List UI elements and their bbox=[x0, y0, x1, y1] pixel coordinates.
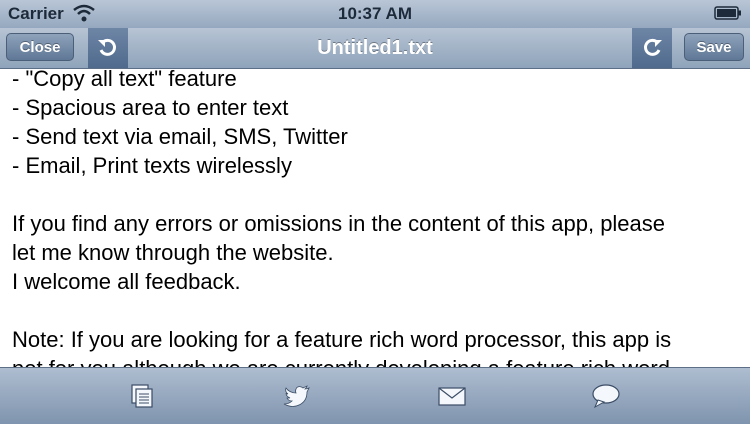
twitter-icon bbox=[283, 385, 310, 407]
text-line: - Send text via email, SMS, Twitter bbox=[12, 124, 348, 149]
save-button[interactable]: Save bbox=[684, 33, 744, 61]
redo-button[interactable] bbox=[632, 28, 672, 68]
text-line: - Email, Print texts wirelessly bbox=[12, 153, 292, 178]
undo-button[interactable] bbox=[88, 28, 128, 68]
text-line: Note: If you are looking for a feature r… bbox=[12, 327, 672, 352]
redo-icon bbox=[644, 38, 662, 56]
bottom-toolbar bbox=[0, 367, 750, 424]
undo-icon bbox=[98, 38, 116, 56]
text-line: - "Copy all text" feature bbox=[12, 69, 237, 91]
battery-icon bbox=[714, 6, 742, 20]
mail-icon bbox=[438, 387, 466, 406]
text-line: let me know through the website. bbox=[12, 240, 334, 265]
document-title: Untitled1.txt bbox=[317, 37, 433, 59]
sms-button[interactable] bbox=[590, 382, 622, 410]
text-line: not for you although we are currently de… bbox=[12, 356, 670, 367]
nav-bar: Close Untitled1.txt Save bbox=[0, 28, 750, 69]
sms-bubble-icon bbox=[592, 384, 620, 409]
twitter-button[interactable] bbox=[281, 382, 313, 410]
copy-pages-button[interactable] bbox=[128, 382, 160, 410]
copy-pages-icon bbox=[131, 384, 153, 408]
text-line: I welcome all feedback. bbox=[12, 269, 241, 294]
text-line: - Spacious area to enter text bbox=[12, 95, 289, 120]
clock: 10:37 AM bbox=[337, 4, 412, 23]
close-button[interactable]: Close bbox=[6, 33, 74, 61]
text-line: If you find any errors or omissions in t… bbox=[12, 211, 666, 236]
text-editor[interactable]: - "Copy all text" feature - Spacious are… bbox=[0, 69, 750, 367]
status-bar: Carrier 10:37 AM bbox=[0, 0, 750, 28]
mail-button[interactable] bbox=[436, 382, 468, 410]
